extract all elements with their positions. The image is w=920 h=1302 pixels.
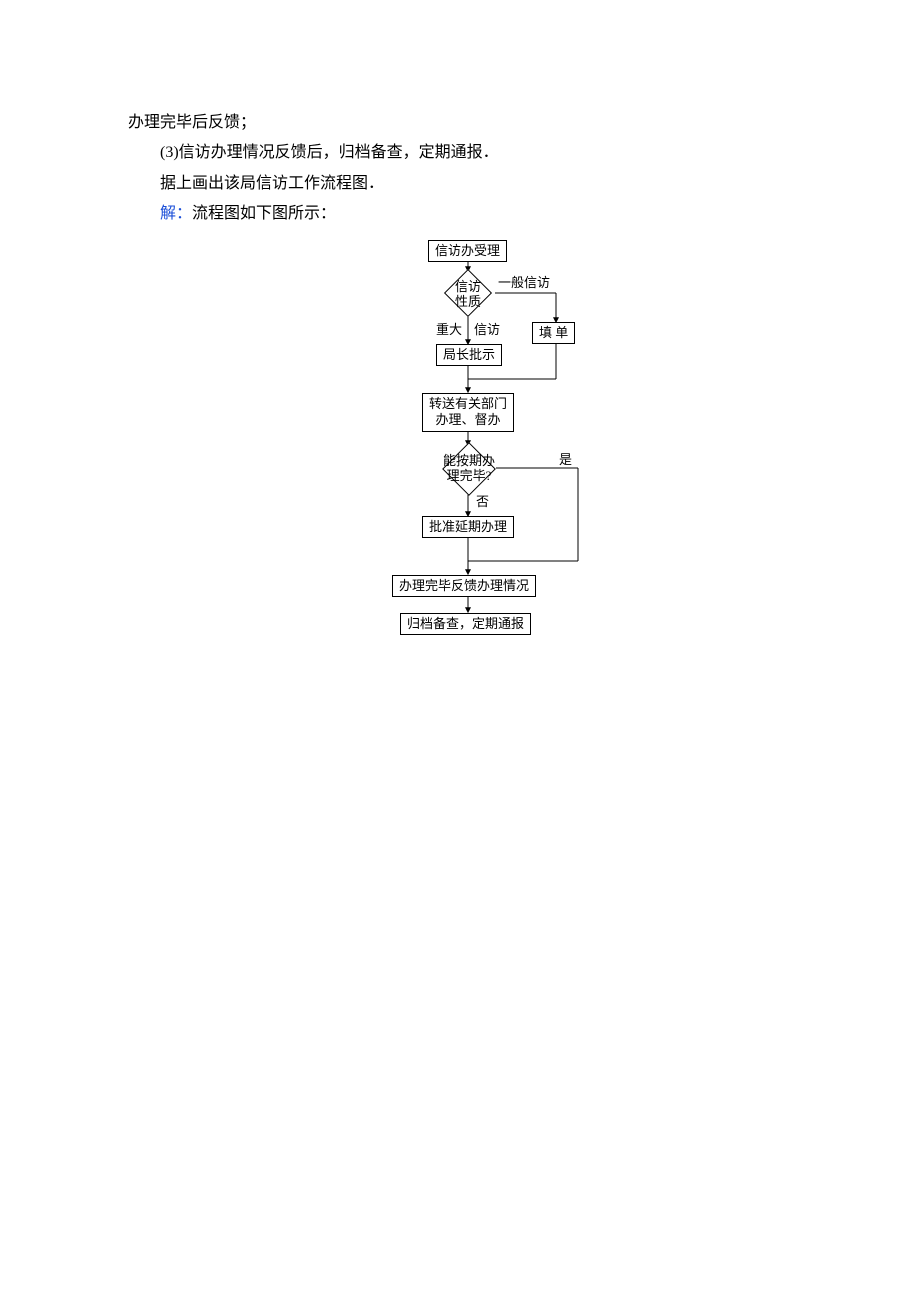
solution-label: 解： bbox=[160, 205, 192, 222]
node-extend: 批准延期办理 bbox=[422, 516, 514, 539]
body-line-3: 据上画出该局信访工作流程图． bbox=[160, 169, 860, 199]
node-forward-l2: 办理、督办 bbox=[429, 412, 507, 429]
body-line-1: 办理完毕后反馈； bbox=[128, 108, 860, 138]
node-director-approve: 局长批示 bbox=[436, 344, 502, 367]
edge-label-yes: 是 bbox=[559, 452, 572, 468]
node-ontime-label: 能按期办 理完毕? bbox=[437, 454, 501, 484]
node-nature-label: 信访性质 bbox=[449, 280, 487, 310]
edge-label-general: 一般信访 bbox=[498, 275, 550, 291]
body-line-2: (3)信访办理情况反馈后，归档备查，定期通报． bbox=[160, 138, 860, 168]
flowchart: 信访办受理 信访性质 一般信访 重大 信访 填 单 局长批示 转送有关部门 办理… bbox=[364, 236, 624, 656]
node-accept: 信访办受理 bbox=[428, 240, 507, 263]
edge-label-major-r: 信访 bbox=[474, 322, 500, 338]
node-ontime-l2: 理完毕? bbox=[437, 469, 501, 484]
node-feedback: 办理完毕反馈办理情况 bbox=[392, 575, 536, 598]
edge-label-major-l: 重大 bbox=[436, 322, 462, 338]
solution-tail: 流程图如下图所示： bbox=[192, 205, 336, 222]
node-archive: 归档备查，定期通报 bbox=[400, 613, 531, 636]
node-ontime-l1: 能按期办 bbox=[437, 454, 501, 469]
node-forward: 转送有关部门 办理、督办 bbox=[422, 393, 514, 433]
solution-line: 解：流程图如下图所示： bbox=[160, 199, 860, 229]
node-forward-l1: 转送有关部门 bbox=[429, 396, 507, 413]
edge-label-no: 否 bbox=[476, 494, 489, 510]
page: 办理完毕后反馈； (3)信访办理情况反馈后，归档备查，定期通报． 据上画出该局信… bbox=[0, 0, 920, 656]
node-fill-form: 填 单 bbox=[532, 322, 575, 345]
